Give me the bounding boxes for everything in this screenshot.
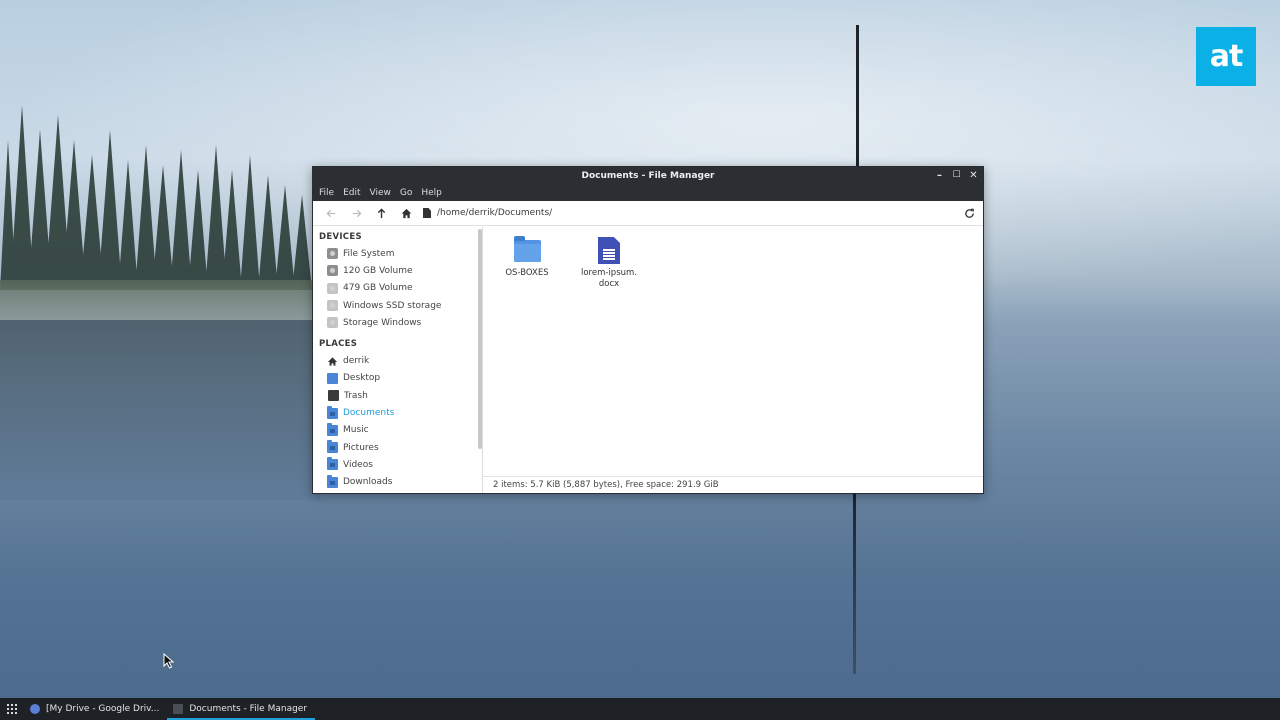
devices-heading: DEVICES — [319, 232, 362, 242]
file-manager-icon — [173, 704, 184, 714]
file-manager-window: Documents - File Manager – ☐ ✕ File Edit… — [312, 166, 984, 494]
menu-go[interactable]: Go — [400, 188, 412, 198]
sidebar: DEVICES File System 120 GB Volume 479 GB… — [313, 227, 483, 493]
close-button[interactable]: ✕ — [968, 170, 979, 181]
drive-icon — [327, 265, 338, 277]
arrow-up-icon — [377, 207, 385, 218]
sidebar-item-windows-ssd[interactable]: Windows SSD storage — [313, 297, 482, 314]
home-icon — [401, 208, 411, 218]
sidebar-item-downloads[interactable]: Downloads — [313, 474, 482, 491]
forward-button[interactable] — [346, 203, 366, 223]
folder-icon — [513, 236, 541, 262]
home-button[interactable] — [396, 203, 416, 223]
desktop-icon — [327, 372, 338, 384]
sidebar-item-label: Windows SSD storage — [343, 300, 442, 311]
file-item-lorem-ipsum[interactable]: lorem-ipsum.docx — [574, 237, 644, 290]
sidebar-item-label: Downloads — [343, 477, 393, 488]
drive-icon — [327, 248, 338, 260]
sidebar-item-label: 120 GB Volume — [343, 265, 413, 276]
pictures-folder-icon — [327, 440, 338, 454]
sidebar-item-label: Trash — [344, 390, 368, 401]
status-bar: 2 items: 5.7 KiB (5,887 bytes), Free spa… — [483, 476, 983, 493]
mouse-cursor-icon — [163, 653, 175, 669]
sidebar-item-videos[interactable]: Videos — [313, 456, 482, 473]
tree-silhouette — [0, 105, 312, 290]
refresh-icon — [964, 208, 974, 218]
arrow-left-icon — [325, 209, 335, 217]
sidebar-item-music[interactable]: Music — [313, 422, 482, 439]
location-bar[interactable]: /home/derrik/Documents/ — [423, 203, 959, 223]
toolbar: /home/derrik/Documents/ — [313, 201, 983, 226]
sidebar-item-trash[interactable]: Trash — [313, 387, 482, 404]
sidebar-scrollbar[interactable] — [478, 229, 482, 449]
file-item-os-boxes[interactable]: OS-BOXES — [492, 236, 562, 279]
sidebar-item-storage-windows[interactable]: Storage Windows — [313, 314, 482, 331]
maximize-button[interactable]: ☐ — [951, 170, 962, 181]
documents-folder-icon — [327, 405, 338, 419]
sidebar-item-label: 479 GB Volume — [343, 283, 413, 294]
music-folder-icon — [327, 422, 338, 436]
task-label: Documents - File Manager — [189, 704, 308, 714]
up-button[interactable] — [371, 203, 391, 223]
file-name: OS-BOXES — [505, 268, 549, 278]
sidebar-item-label: Music — [343, 425, 369, 436]
document-icon — [598, 237, 620, 264]
sidebar-item-label: File System — [343, 248, 395, 259]
sidebar-item-desktop[interactable]: Desktop — [313, 370, 482, 387]
back-button[interactable] — [321, 203, 341, 223]
document-icon — [423, 208, 431, 218]
menu-file[interactable]: File — [319, 188, 334, 198]
arrow-right-icon — [352, 209, 362, 217]
home-icon — [327, 357, 338, 366]
window-titlebar[interactable]: Documents - File Manager – ☐ ✕ — [313, 167, 983, 184]
sidebar-item-label: derrik — [343, 356, 370, 367]
task-label: [My Drive - Google Driv... — [46, 704, 160, 714]
window-controls: – ☐ ✕ — [934, 167, 979, 184]
sidebar-item-file-system[interactable]: File System — [313, 245, 482, 262]
task-google-drive[interactable]: [My Drive - Google Driv... — [24, 698, 167, 720]
sidebar-item-label: Pictures — [343, 442, 379, 453]
sidebar-item-label: Desktop — [343, 373, 381, 384]
reload-button[interactable] — [959, 203, 979, 223]
sidebar-item-label: Storage Windows — [343, 317, 422, 328]
sidebar-item-label: Documents — [343, 408, 395, 419]
menu-help[interactable]: Help — [421, 188, 442, 198]
content-area: DEVICES File System 120 GB Volume 479 GB… — [313, 227, 983, 493]
places-heading: PLACES — [319, 339, 358, 350]
file-view[interactable]: OS-BOXES lorem-ipsum.docx 2 items: 5.7 K… — [483, 227, 983, 493]
site-logo: at — [1196, 27, 1256, 86]
drive-icon — [327, 300, 338, 312]
sidebar-item-pictures[interactable]: Pictures — [313, 439, 482, 456]
menu-bar: File Edit View Go Help — [313, 184, 983, 201]
taskbar: [My Drive - Google Driv... Documents - F… — [0, 698, 1280, 720]
apps-menu-button[interactable] — [4, 701, 20, 717]
minimize-button[interactable]: – — [934, 170, 945, 181]
sidebar-item-479gb-volume[interactable]: 479 GB Volume — [313, 280, 482, 297]
sidebar-item-documents[interactable]: Documents — [313, 404, 482, 421]
videos-folder-icon — [327, 457, 338, 471]
sidebar-item-label: Videos — [343, 459, 373, 470]
sidebar-item-120gb-volume[interactable]: 120 GB Volume — [313, 262, 482, 279]
location-path: /home/derrik/Documents/ — [437, 208, 553, 218]
sailboat-mast — [856, 25, 859, 170]
status-text: 2 items: 5.7 KiB (5,887 bytes), Free spa… — [493, 480, 719, 490]
downloads-folder-icon — [327, 474, 338, 488]
menu-view[interactable]: View — [370, 188, 391, 198]
trash-icon — [328, 390, 339, 402]
window-title: Documents - File Manager — [581, 170, 715, 181]
drive-icon — [327, 317, 338, 329]
browser-icon — [30, 704, 40, 714]
file-name: lorem-ipsum.docx — [581, 268, 638, 289]
drive-icon — [327, 282, 338, 294]
task-file-manager[interactable]: Documents - File Manager — [167, 698, 315, 720]
sidebar-item-home[interactable]: derrik — [313, 352, 482, 369]
mast-reflection — [853, 494, 856, 674]
menu-edit[interactable]: Edit — [343, 188, 360, 198]
